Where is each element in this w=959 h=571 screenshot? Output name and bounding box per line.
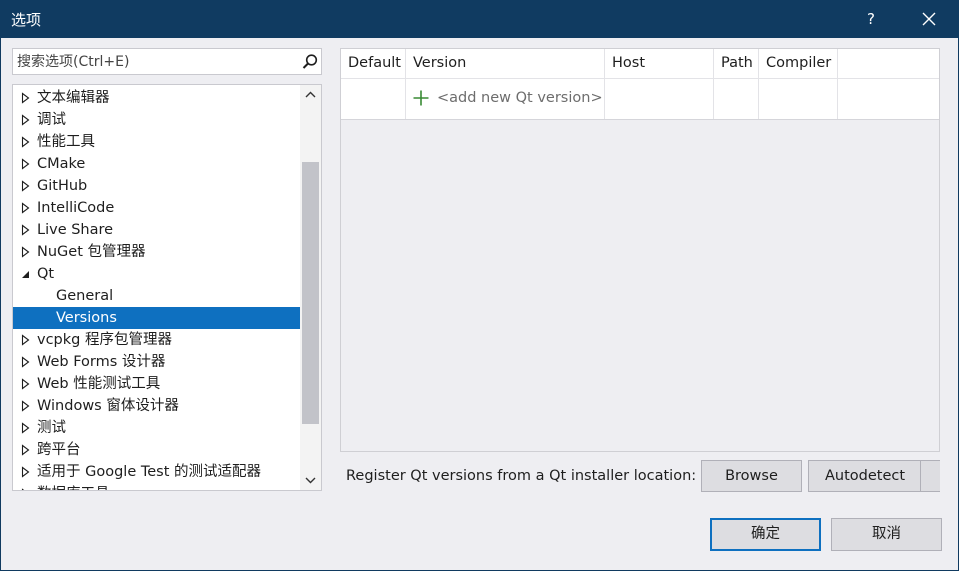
tree-item[interactable]: 适用于 Google Test 的测试适配器	[13, 461, 300, 483]
collapsed-triangle-icon[interactable]	[20, 461, 32, 483]
tree-item[interactable]: Windows 窗体设计器	[13, 395, 300, 417]
tree-item[interactable]: 测试	[13, 417, 300, 439]
cancel-button[interactable]: 取消	[831, 518, 942, 551]
search-input[interactable]	[13, 49, 293, 74]
tree-list: 文本编辑器调试性能工具 CMake GitHub IntelliCode Live Sh…	[13, 87, 300, 490]
column-label: Path	[721, 55, 753, 71]
collapsed-triangle-icon[interactable]	[20, 395, 32, 417]
tree-item[interactable]: GitHub	[13, 175, 300, 197]
tree-item-label: NuGet 包管理器	[37, 244, 146, 260]
tree-item-label: 数据库工具	[37, 483, 110, 490]
tree-item-label: 调试	[37, 112, 66, 128]
tree-item[interactable]: General	[13, 285, 300, 307]
autodetect-button[interactable]: Autodetect	[808, 460, 922, 492]
tree-item[interactable]: Versions	[13, 307, 300, 329]
close-button[interactable]	[914, 4, 944, 34]
column-header-path[interactable]: Path	[714, 49, 759, 78]
default-cell[interactable]	[341, 79, 406, 119]
tree-item-label: 文本编辑器	[37, 90, 110, 106]
browse-button[interactable]: Browse	[701, 460, 802, 492]
collapsed-triangle-icon[interactable]	[20, 241, 32, 263]
tree-item[interactable]: 文本编辑器	[13, 87, 300, 109]
ok-button[interactable]: 确定	[710, 518, 821, 551]
qt-versions-grid: Default Version Host Path Compiler <add …	[340, 48, 940, 452]
collapsed-triangle-icon[interactable]	[20, 109, 32, 131]
tree-item-label: Web Forms 设计器	[37, 354, 166, 370]
compiler-cell[interactable]	[759, 79, 838, 119]
tree-item-label: 测试	[37, 420, 66, 436]
collapsed-triangle-icon[interactable]	[20, 153, 32, 175]
tree-item[interactable]: 数据库工具	[13, 483, 300, 490]
window-title: 选项	[11, 11, 42, 29]
collapsed-triangle-icon[interactable]	[20, 197, 32, 219]
chevron-down-icon	[305, 477, 316, 484]
expanded-triangle-icon[interactable]	[20, 263, 32, 285]
tree-item[interactable]: 调试	[13, 109, 300, 131]
chevron-up-icon	[305, 91, 316, 98]
scroll-up-button[interactable]	[300, 85, 321, 105]
host-cell[interactable]	[605, 79, 714, 119]
scroll-down-button[interactable]	[300, 470, 321, 490]
collapsed-triangle-icon[interactable]	[20, 219, 32, 241]
scroll-thumb[interactable]	[302, 162, 319, 424]
tree-item[interactable]: IntelliCode	[13, 197, 300, 219]
column-label: Version	[413, 55, 467, 71]
tree-item[interactable]: Web Forms 设计器	[13, 351, 300, 373]
column-label: Default	[348, 55, 401, 71]
column-header-compiler[interactable]: Compiler	[759, 49, 838, 78]
tree-item-label: 性能工具	[37, 134, 95, 150]
column-header-version[interactable]: Version	[406, 49, 605, 78]
tree-item[interactable]: 性能工具	[13, 131, 300, 153]
search-icon[interactable]	[301, 53, 319, 71]
register-label: Register Qt versions from a Qt installer…	[346, 468, 697, 484]
title-bar: 选项 ?	[0, 0, 959, 38]
add-icon[interactable]	[412, 89, 430, 107]
tree-item-label: 适用于 Google Test 的测试适配器	[37, 464, 262, 480]
tree-item-label: Web 性能测试工具	[37, 376, 161, 392]
collapsed-triangle-icon[interactable]	[20, 329, 32, 351]
tree-item-label: Windows 窗体设计器	[37, 398, 179, 414]
grid-header: Default Version Host Path Compiler	[341, 49, 939, 79]
tree-item-label: vcpkg 程序包管理器	[37, 332, 172, 348]
overflow-button[interactable]	[920, 460, 940, 492]
close-icon	[922, 12, 936, 26]
add-version-row[interactable]: <add new Qt version>	[341, 79, 939, 120]
tree-item-label: Qt	[37, 266, 55, 282]
tree-item[interactable]: Web 性能测试工具	[13, 373, 300, 395]
version-cell[interactable]: <add new Qt version>	[406, 79, 605, 119]
add-new-version-link[interactable]: <add new Qt version>	[437, 90, 603, 106]
tree-item[interactable]: CMake	[13, 153, 300, 175]
tree-item[interactable]: Qt	[13, 263, 300, 285]
path-cell[interactable]	[714, 79, 759, 119]
tree-scrollbar[interactable]	[300, 85, 321, 490]
column-label: Compiler	[766, 55, 832, 71]
options-tree[interactable]: 文本编辑器调试性能工具 CMake GitHub IntelliCode Live Sh…	[12, 84, 322, 491]
tree-item[interactable]: Live Share	[13, 219, 300, 241]
collapsed-triangle-icon[interactable]	[20, 175, 32, 197]
help-button[interactable]: ?	[858, 4, 884, 34]
tree-item[interactable]: 跨平台	[13, 439, 300, 461]
tree-item[interactable]: NuGet 包管理器	[13, 241, 300, 263]
column-header-default[interactable]: Default	[341, 49, 406, 78]
tree-item-label: GitHub	[37, 178, 88, 194]
tree-item[interactable]: vcpkg 程序包管理器	[13, 329, 300, 351]
collapsed-triangle-icon[interactable]	[20, 373, 32, 395]
search-box[interactable]	[12, 48, 322, 75]
dialog-body: 文本编辑器调试性能工具 CMake GitHub IntelliCode Live Sh…	[1, 38, 958, 570]
column-header-host[interactable]: Host	[605, 49, 714, 78]
collapsed-triangle-icon[interactable]	[20, 131, 32, 153]
column-label: Host	[612, 55, 646, 71]
tree-item-label: 跨平台	[37, 442, 81, 458]
tree-item-label: General	[56, 288, 114, 304]
tree-item-label: CMake	[37, 156, 86, 172]
collapsed-triangle-icon[interactable]	[20, 483, 32, 490]
collapsed-triangle-icon[interactable]	[20, 417, 32, 439]
collapsed-triangle-icon[interactable]	[20, 87, 32, 109]
tree-item-label: Versions	[56, 310, 117, 326]
tree-item-label: Live Share	[37, 222, 114, 238]
collapsed-triangle-icon[interactable]	[20, 439, 32, 461]
collapsed-triangle-icon[interactable]	[20, 351, 32, 373]
tree-item-label: IntelliCode	[37, 200, 115, 216]
